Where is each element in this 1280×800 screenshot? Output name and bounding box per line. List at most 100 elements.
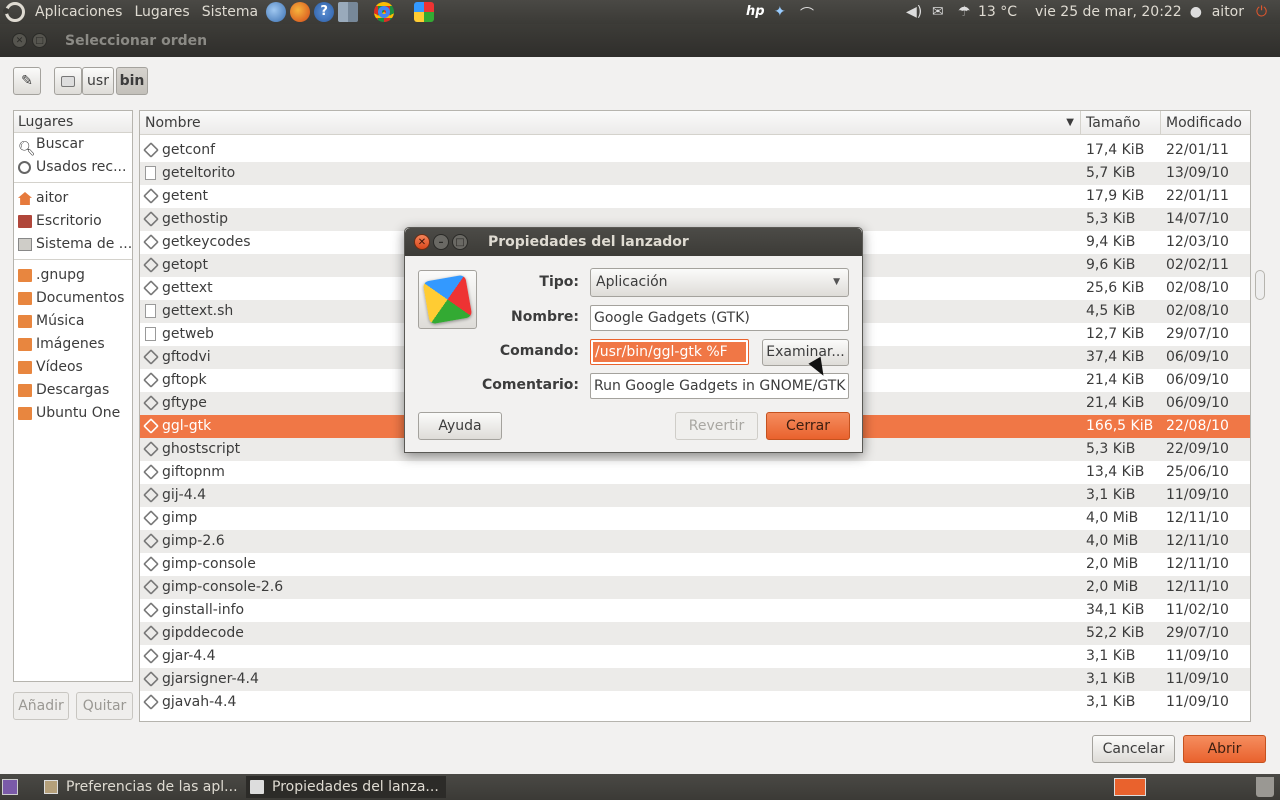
path-root-button[interactable]: [54, 67, 82, 95]
table-row[interactable]: getent 17,9 KiB 22/01/11: [140, 185, 1250, 208]
table-row[interactable]: gjarsigner-4.4 3,1 KiB 11/09/10: [140, 668, 1250, 691]
sidebar-item-videos[interactable]: Vídeos: [14, 356, 132, 379]
weather-icon[interactable]: ☂: [958, 4, 971, 20]
wifi-icon[interactable]: ⌒: [800, 4, 818, 23]
column-name[interactable]: Nombre ▼: [140, 111, 1081, 134]
show-desktop-icon[interactable]: [2, 779, 18, 795]
network-globe-icon[interactable]: [266, 2, 287, 22]
scrollbar-thumb[interactable]: [1255, 270, 1265, 300]
sidebar-item-ubuntu-one[interactable]: Ubuntu One: [14, 402, 132, 425]
clock[interactable]: vie 25 de mar, 20:22: [1035, 4, 1182, 20]
chrome-icon[interactable]: [374, 2, 395, 22]
open-button[interactable]: Abrir: [1183, 735, 1266, 763]
temperature[interactable]: 13 °C: [978, 4, 1017, 20]
power-icon[interactable]: ⏻: [1256, 4, 1274, 20]
home-icon: [18, 192, 32, 205]
path-segment-bin[interactable]: bin: [116, 67, 148, 95]
name-field[interactable]: Google Gadgets (GTK): [590, 305, 849, 331]
sidebar-item-buscar[interactable]: 🔍︎ Buscar: [14, 133, 132, 156]
gadgets-icon[interactable]: [414, 2, 435, 22]
column-size[interactable]: Tamaño: [1081, 111, 1161, 134]
file-size: 5,3 KiB: [1086, 211, 1136, 227]
mail-icon[interactable]: ✉: [932, 4, 950, 20]
file-modified: 12/11/10: [1166, 556, 1229, 572]
sidebar-item-imagenes[interactable]: Imágenes: [14, 333, 132, 356]
minimize-icon[interactable]: –: [433, 234, 449, 250]
file-name-label: ggl-gtk: [162, 418, 212, 434]
dropbox-icon[interactable]: ✦: [774, 4, 792, 20]
type-select[interactable]: Aplicación ▼: [590, 268, 849, 297]
trash-icon[interactable]: [1256, 777, 1274, 797]
sidebar-item-home[interactable]: aitor: [14, 187, 132, 210]
sidebar-item-gnupg[interactable]: .gnupg: [14, 264, 132, 287]
workspace-switcher[interactable]: [1114, 778, 1146, 796]
file-name-label: gimp-console-2.6: [162, 579, 284, 595]
menu-lugares[interactable]: Lugares: [128, 0, 195, 24]
file-modified: 02/08/10: [1166, 303, 1229, 319]
sidebar-item-label: Descargas: [36, 382, 110, 398]
file-name: gij-4.4: [140, 484, 1081, 507]
table-row[interactable]: geteltorito 5,7 KiB 13/09/10: [140, 162, 1250, 185]
cancel-button[interactable]: Cancelar: [1092, 735, 1175, 763]
table-row[interactable]: gimp 4,0 MiB 12/11/10: [140, 507, 1250, 530]
edit-location-button[interactable]: ✎: [13, 67, 41, 95]
music-folder-icon: [18, 315, 32, 328]
file-list-scrollbar[interactable]: [1254, 110, 1268, 722]
path-segment-usr[interactable]: usr: [82, 67, 114, 95]
command-field[interactable]: /usr/bin/ggl-gtk %F: [590, 339, 749, 365]
file-name-label: giftopnm: [162, 464, 225, 480]
user-name[interactable]: aitor: [1212, 4, 1244, 20]
file-modified: 22/01/11: [1166, 142, 1229, 158]
ubuntu-logo-icon[interactable]: [3, 2, 25, 22]
workspace-icon[interactable]: [338, 2, 359, 22]
file-name-label: gettext.sh: [162, 303, 234, 319]
browse-button[interactable]: Examinar...: [762, 339, 849, 366]
close-dialog-button[interactable]: Cerrar: [766, 412, 850, 440]
table-row[interactable]: gjar-4.4 3,1 KiB 11/09/10: [140, 645, 1250, 668]
hp-icon[interactable]: hp: [746, 4, 766, 20]
maximize-icon[interactable]: □: [32, 33, 47, 48]
separator: [14, 179, 132, 183]
taskbar-item-propiedades[interactable]: Propiedades del lanza...: [246, 776, 446, 798]
sidebar-item-label: Usados rec...: [36, 159, 127, 175]
revert-button[interactable]: Revertir: [675, 412, 758, 440]
sidebar-item-descargas[interactable]: Descargas: [14, 379, 132, 402]
user-icon[interactable]: ●: [1190, 4, 1204, 20]
help-icon[interactable]: ?: [314, 2, 335, 22]
comment-field[interactable]: Run Google Gadgets in GNOME/GTK e: [590, 373, 849, 399]
file-modified: 29/07/10: [1166, 625, 1229, 641]
file-modified: 11/09/10: [1166, 648, 1229, 664]
menu-aplicaciones[interactable]: Aplicaciones: [29, 0, 128, 24]
sidebar-item-recent[interactable]: Usados rec...: [14, 156, 132, 179]
table-row[interactable]: gimp-console 2,0 MiB 12/11/10: [140, 553, 1250, 576]
column-name-label: Nombre: [145, 115, 201, 131]
sidebar-item-musica[interactable]: Música: [14, 310, 132, 333]
column-modified[interactable]: Modificado: [1161, 111, 1250, 134]
sidebar-item-desktop[interactable]: Escritorio: [14, 210, 132, 233]
table-row[interactable]: gij-4.4 3,1 KiB 11/09/10: [140, 484, 1250, 507]
table-row[interactable]: gjavah-4.4 3,1 KiB 11/09/10: [140, 691, 1250, 714]
table-row[interactable]: gipddecode 52,2 KiB 29/07/10: [140, 622, 1250, 645]
table-row[interactable]: ginstall-info 34,1 KiB 11/02/10: [140, 599, 1250, 622]
taskbar-item-preferencias[interactable]: Preferencias de las apl...: [40, 776, 238, 798]
volume-icon[interactable]: ◀): [906, 4, 924, 20]
close-icon[interactable]: ✕: [414, 234, 430, 250]
help-button[interactable]: Ayuda: [418, 412, 502, 440]
close-icon[interactable]: ✕: [12, 33, 27, 48]
table-row[interactable]: giftopnm 13,4 KiB 25/06/10: [140, 461, 1250, 484]
executable-icon: [143, 579, 159, 595]
firefox-icon[interactable]: [290, 2, 311, 22]
add-place-button[interactable]: Añadir: [13, 692, 69, 720]
menu-sistema[interactable]: Sistema: [196, 0, 264, 24]
executable-icon: [143, 648, 159, 664]
table-row[interactable]: gimp-console-2.6 2,0 MiB 12/11/10: [140, 576, 1250, 599]
maximize-icon[interactable]: □: [452, 234, 468, 250]
table-row[interactable]: getconf 17,4 KiB 22/01/11: [140, 139, 1250, 162]
sidebar-item-filesystem[interactable]: Sistema de ...: [14, 233, 132, 256]
table-row[interactable]: gimp-2.6 4,0 MiB 12/11/10: [140, 530, 1250, 553]
text-file-icon: [145, 166, 156, 180]
executable-icon: [143, 418, 159, 434]
sidebar-item-label: Sistema de ...: [36, 236, 132, 252]
sidebar-item-documentos[interactable]: Documentos: [14, 287, 132, 310]
remove-place-button[interactable]: Quitar: [76, 692, 133, 720]
